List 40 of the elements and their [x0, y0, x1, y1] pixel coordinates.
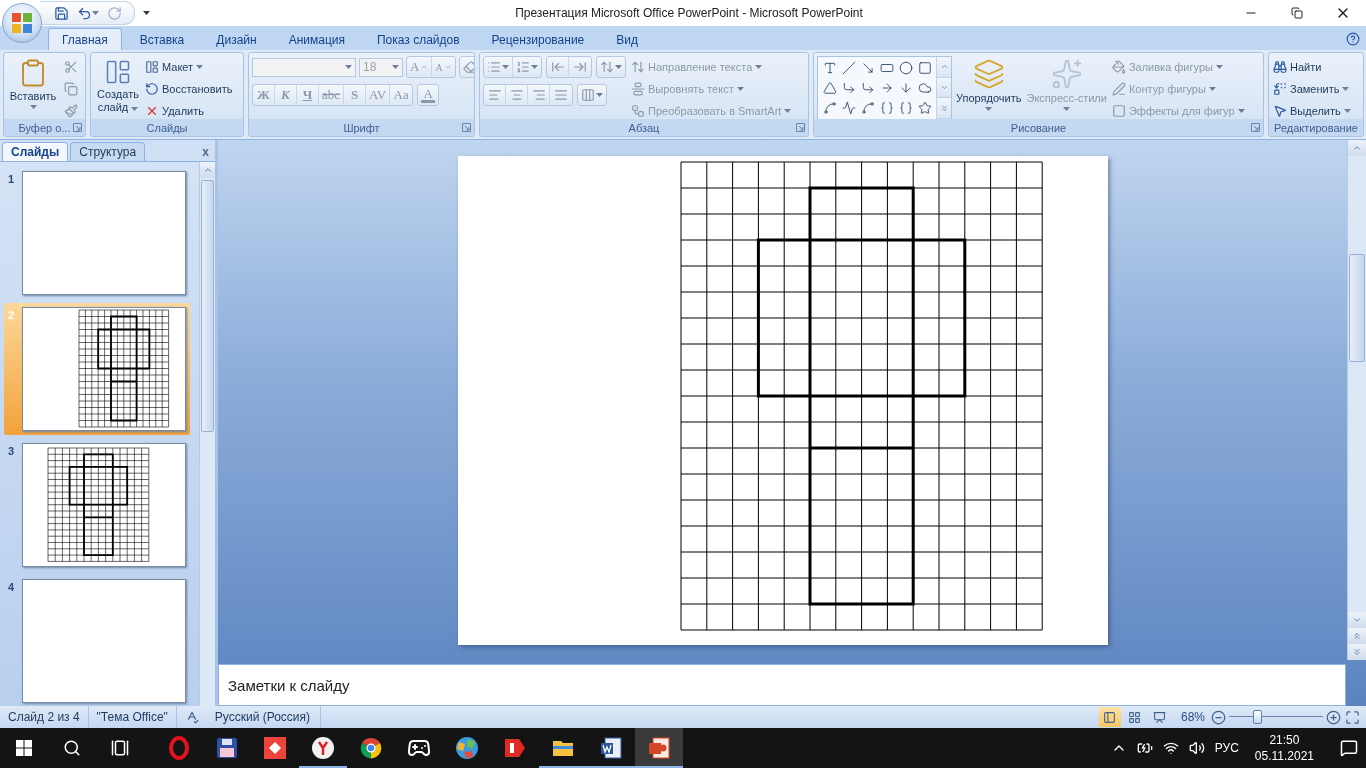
slide-number: 3 [8, 444, 16, 457]
slide-list-item[interactable]: 4 [4, 575, 190, 706]
language-label: Русский (Россия) [214, 710, 311, 724]
pane-tab[interactable]: Структура [70, 142, 146, 161]
slide-number: 1 [8, 172, 16, 185]
ribbon-tab[interactable]: Показ слайдов [363, 28, 474, 50]
input-language[interactable]: РУС [1214, 741, 1239, 755]
slide-list-item[interactable]: 1 [4, 167, 190, 299]
slide-number: 4 [8, 580, 16, 593]
ribbon-tab[interactable]: Дизайн [202, 28, 271, 50]
command-button[interactable]: Восстановить [144, 78, 234, 99]
ribbon-tab[interactable]: Вставка [125, 28, 199, 50]
group-label: Рисование [1010, 121, 1067, 134]
ribbon-tab[interactable]: Вид [602, 28, 652, 50]
zoom-level: 68% [1180, 710, 1205, 724]
arrange-button[interactable]: Упорядочить [955, 56, 1023, 113]
clock[interactable]: 21:50 05.11.2021 [1248, 732, 1320, 764]
command-button[interactable]: Заменить [1272, 78, 1352, 99]
group-label: Буфер о... [18, 121, 71, 134]
notes-placeholder: Заметки к слайду [228, 676, 350, 694]
close-pane-button[interactable]: x [202, 145, 209, 159]
slide-list-item[interactable]: 3 [4, 439, 190, 571]
window-title: Презентация Microsoft Office PowerPoint - Microsoft PowerPoint [514, 6, 864, 20]
paste-button[interactable]: Вставить [7, 56, 59, 111]
command-button[interactable]: Найти [1272, 56, 1352, 77]
group-label: Абзац [628, 121, 660, 134]
slide-counter: Слайд 2 из 4 [8, 710, 80, 724]
command-button[interactable]: Выделить [1272, 100, 1352, 121]
group-label: Шрифт [343, 121, 380, 134]
slide-number: 2 [8, 308, 16, 321]
ribbon-tab[interactable]: Анимация [274, 28, 359, 50]
group-label: Редактирование [1274, 121, 1358, 134]
ribbon-tab[interactable]: Рецензирование [477, 28, 599, 50]
ribbon-tab[interactable]: Главная [48, 28, 122, 50]
new-slide-button[interactable]: Создать слайд [94, 56, 142, 116]
theme-name: "Тема Office" [96, 710, 168, 724]
pane-tab[interactable]: Слайды [2, 142, 69, 161]
command-button[interactable]: Макет [144, 56, 234, 77]
group-label: Слайды [146, 121, 188, 134]
notes-field[interactable]: Заметки к слайду [218, 664, 1346, 706]
